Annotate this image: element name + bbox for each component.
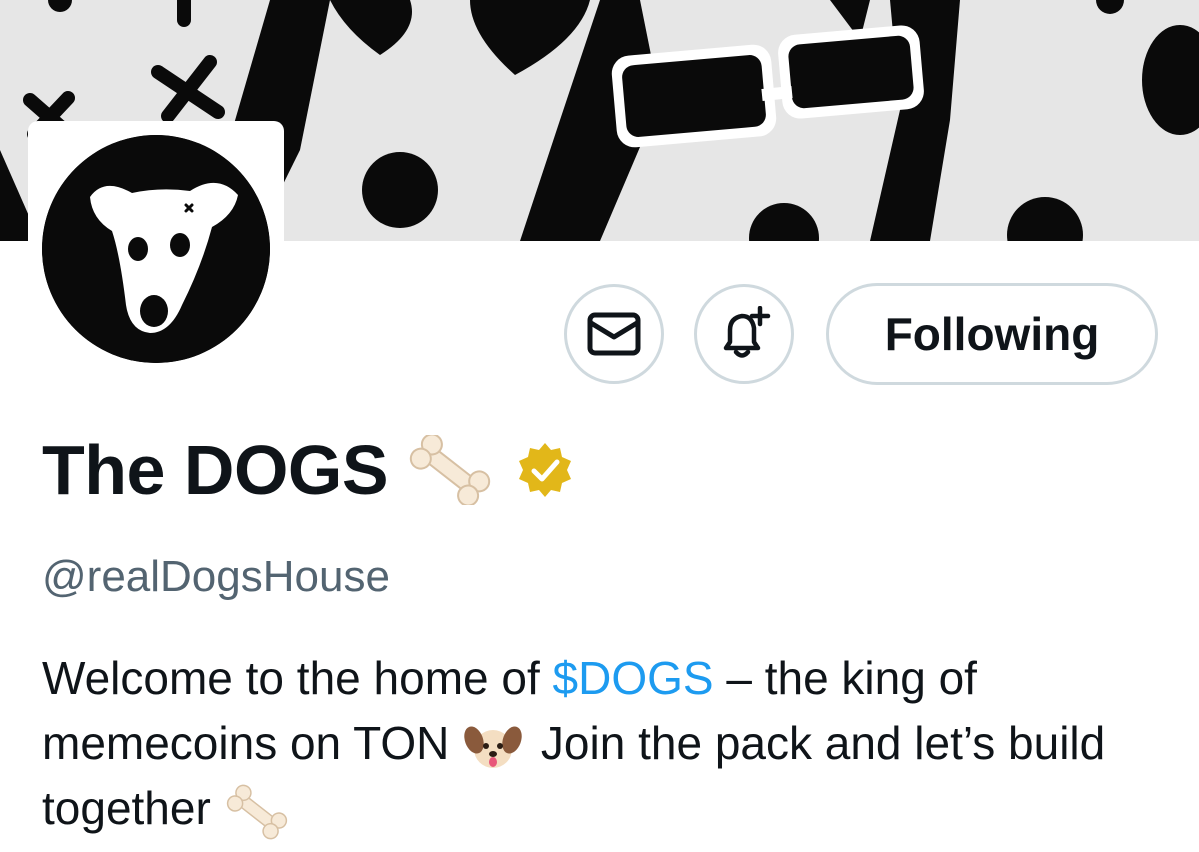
verified-badge-icon <box>519 443 572 497</box>
notifications-button[interactable] <box>694 284 794 384</box>
profile-name-row: The DOGS <box>42 422 574 518</box>
dog-logo-avatar <box>42 135 270 363</box>
bell-plus-icon <box>723 306 771 358</box>
mail-icon <box>587 312 641 356</box>
cashtag-link[interactable]: $DOGS <box>553 652 714 704</box>
bone-emoji <box>409 435 491 505</box>
avatar[interactable] <box>42 135 270 363</box>
profile-handle: @realDogsHouse <box>42 552 390 601</box>
profile-bio: Welcome to the home of $DOGS – the king … <box>42 646 1162 841</box>
message-button[interactable] <box>564 284 664 384</box>
bone-emoji <box>226 784 287 840</box>
bio-text: Welcome to the home of <box>42 652 553 704</box>
display-name: The DOGS <box>42 431 389 509</box>
avatar-frame <box>28 121 284 377</box>
following-button[interactable]: Following <box>826 283 1158 385</box>
dog-face-emoji <box>464 726 522 768</box>
